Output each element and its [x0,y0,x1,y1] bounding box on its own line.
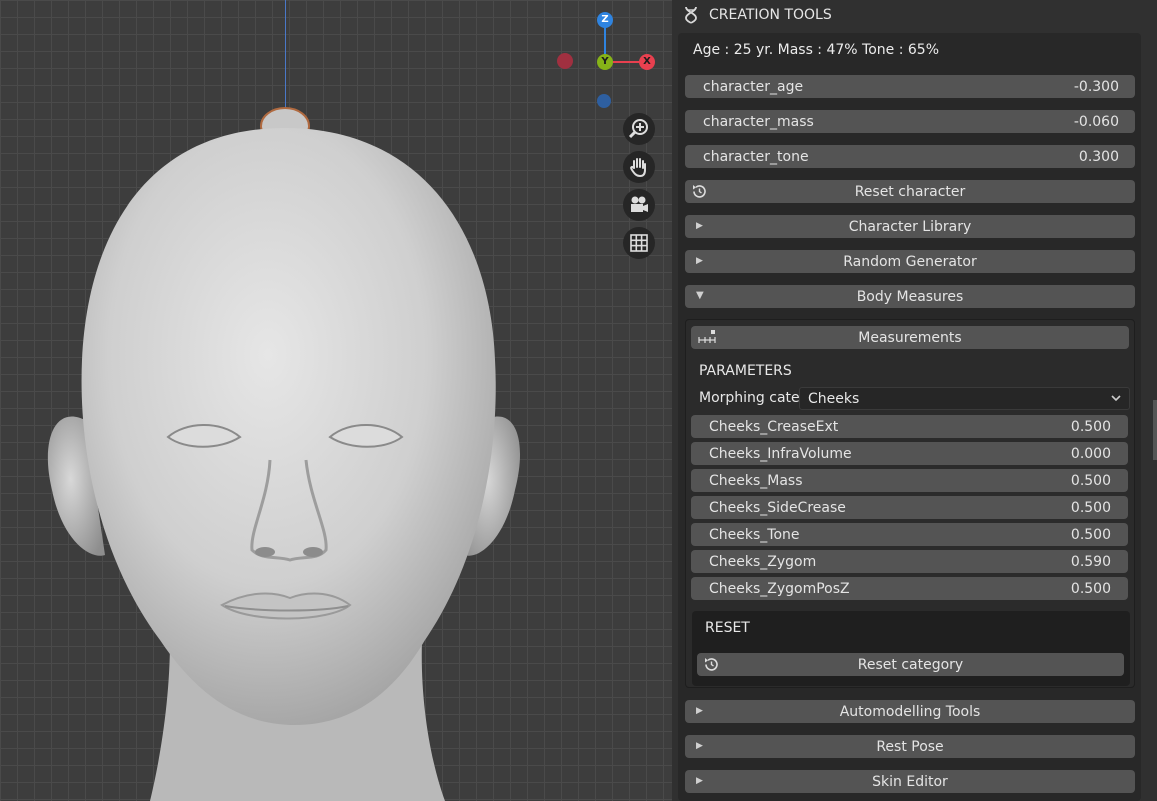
body-measures-section[interactable]: ▼ Body Measures [685,285,1135,308]
panel-header[interactable]: CREATION TOOLS [672,0,1157,30]
param-label: Cheeks_Mass [709,472,803,489]
panel-title: CREATION TOOLS [709,7,832,23]
section-label: Body Measures [856,288,964,305]
random-generator-section[interactable]: ▶ Random Generator [685,250,1135,273]
section-label: Rest Pose [876,738,944,755]
param-cheeks-creaseext[interactable]: Cheeks_CreaseExt 0.500 [691,415,1128,438]
section-label: Automodelling Tools [839,703,981,720]
field-value: -0.060 [1073,113,1119,130]
section-label: Character Library [848,218,972,235]
param-label: Cheeks_Tone [709,526,800,543]
pan-button[interactable] [623,151,655,183]
param-value: 0.500 [1070,580,1111,597]
gizmo-z[interactable]: Z [597,12,613,28]
character-mass-field[interactable]: character_mass -0.060 [685,110,1135,133]
grid-icon [630,234,648,252]
param-cheeks-mass[interactable]: Cheeks_Mass 0.500 [691,469,1128,492]
parameters-heading: PARAMETERS [699,363,792,379]
head-model [47,107,521,801]
param-cheeks-sidecrease[interactable]: Cheeks_SideCrease 0.500 [691,496,1128,519]
param-label: Cheeks_CreaseExt [709,418,839,435]
param-value: 0.500 [1070,472,1111,489]
zoom-button[interactable] [623,113,655,145]
field-value: -0.300 [1073,78,1119,95]
button-label: Reset category [857,656,964,673]
camera-icon [631,196,648,212]
section-label: Random Generator [843,253,977,270]
param-cheeks-zygom[interactable]: Cheeks_Zygom 0.590 [691,550,1128,573]
collapse-triangle-icon: ▼ [696,290,704,301]
panel-scrollbar[interactable] [1153,400,1157,460]
camera-view-button[interactable] [623,189,655,221]
param-label: Cheeks_SideCrease [709,499,846,516]
character-status: Age : 25 yr. Mass : 47% Tone : 65% [693,42,940,58]
button-label: Reset character [854,183,966,200]
select-value: Cheeks [808,390,860,407]
character-tone-field[interactable]: character_tone 0.300 [685,145,1135,168]
zoom-icon [628,119,648,139]
reset-category-button[interactable]: Reset category [697,653,1124,676]
measure-icon [698,330,716,343]
param-value: 0.500 [1070,499,1111,516]
field-value: 0.300 [1078,148,1119,165]
param-value: 0.500 [1070,526,1111,543]
param-cheeks-zygomposz[interactable]: Cheeks_ZygomPosZ 0.500 [691,577,1128,600]
expand-triangle-icon: ▶ [696,741,703,751]
gizmo-x[interactable]: X [639,54,655,70]
param-label: Cheeks_ZygomPosZ [709,580,850,597]
param-value: 0.500 [1070,418,1111,435]
chevron-down-icon [1111,395,1121,402]
gizmo-neg-z[interactable] [597,94,611,108]
param-label: Cheeks_InfraVolume [709,445,852,462]
skin-editor-section[interactable]: ▶ Skin Editor [685,770,1135,793]
rest-pose-section[interactable]: ▶ Rest Pose [685,735,1135,758]
field-label: character_mass [703,113,814,130]
expand-triangle-icon: ▶ [696,776,703,786]
3d-viewport[interactable]: Z Y X [0,0,672,801]
param-label: Cheeks_Zygom [709,553,817,570]
param-value: 0.590 [1070,553,1111,570]
gizmo-y[interactable]: Y [597,54,613,70]
reset-icon [693,185,706,198]
automodelling-tools-section[interactable]: ▶ Automodelling Tools [685,700,1135,723]
gizmo-neg-x[interactable] [557,53,573,69]
hand-icon [630,158,646,178]
morphing-category-label: Morphing cate.. [699,390,809,406]
reset-icon [705,658,718,671]
button-label: Measurements [858,329,962,346]
measurements-button[interactable]: Measurements [691,326,1129,349]
dna-icon [685,6,697,24]
param-value: 0.000 [1070,445,1111,462]
section-label: Skin Editor [872,773,948,790]
field-label: character_age [703,78,804,95]
field-label: character_tone [703,148,809,165]
expand-triangle-icon: ▶ [696,221,703,231]
ortho-grid-button[interactable] [623,227,655,259]
expand-triangle-icon: ▶ [696,706,703,716]
expand-triangle-icon: ▶ [696,256,703,266]
morphing-category-select[interactable]: Cheeks [799,387,1130,410]
reset-heading: RESET [705,620,750,636]
param-cheeks-infravolume[interactable]: Cheeks_InfraVolume 0.000 [691,442,1128,465]
character-age-field[interactable]: character_age -0.300 [685,75,1135,98]
character-library-section[interactable]: ▶ Character Library [685,215,1135,238]
reset-character-button[interactable]: Reset character [685,180,1135,203]
param-cheeks-tone[interactable]: Cheeks_Tone 0.500 [691,523,1128,546]
